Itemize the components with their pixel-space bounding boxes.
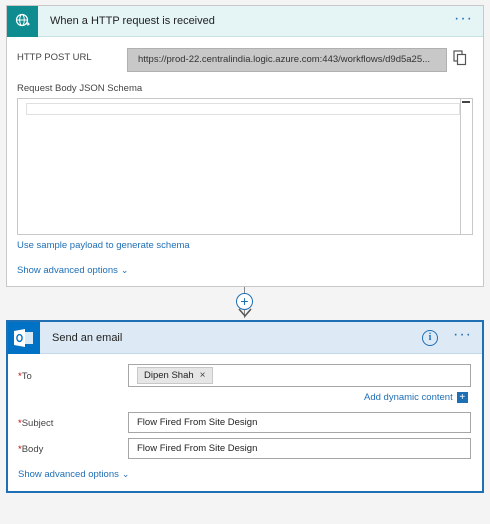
chevron-down-icon: ⌄ — [121, 469, 130, 479]
schema-scrollbar[interactable] — [460, 99, 472, 234]
subject-label: *Subject — [18, 418, 53, 429]
to-label-text: To — [21, 371, 32, 382]
schema-first-line — [26, 103, 460, 115]
more-options-icon[interactable]: ··· — [453, 327, 472, 343]
schema-label: Request Body JSON Schema — [17, 83, 143, 94]
info-icon[interactable]: i — [422, 330, 438, 346]
outlook-icon — [8, 321, 40, 354]
subject-field[interactable]: Flow Fired From Site Design — [128, 412, 471, 433]
scrollbar-thumb[interactable] — [462, 101, 470, 103]
http-advanced-options-label: Show advanced options — [17, 265, 118, 276]
email-advanced-options-label: Show advanced options — [18, 469, 119, 480]
add-dynamic-content-label: Add dynamic content — [364, 392, 453, 404]
recipient-token: Dipen Shah × — [137, 367, 213, 384]
http-trigger-card: When a HTTP request is received ··· HTTP… — [6, 5, 484, 287]
body-field[interactable]: Flow Fired From Site Design — [128, 438, 471, 459]
send-email-card: Send an email i ··· *To Dipen Shah × Add… — [6, 320, 484, 493]
http-card-title: When a HTTP request is received — [50, 15, 215, 27]
chevron-down-icon: ⌄ — [120, 265, 129, 275]
add-dynamic-content-link[interactable]: Add dynamic content + — [364, 392, 468, 403]
body-label: *Body — [18, 444, 43, 455]
add-dynamic-content-icon: + — [456, 392, 468, 403]
arrow-down-icon — [238, 308, 252, 318]
to-label: *To — [18, 371, 32, 382]
email-card-header[interactable]: Send an email i ··· — [8, 321, 482, 354]
more-options-icon[interactable]: ··· — [454, 11, 473, 27]
globe-request-icon — [7, 5, 38, 37]
remove-recipient-icon[interactable]: × — [200, 368, 206, 383]
subject-label-text: Subject — [21, 418, 54, 429]
sample-payload-link[interactable]: Use sample payload to generate schema — [17, 240, 190, 251]
http-advanced-options-link[interactable]: Show advanced options ⌄ — [17, 265, 128, 276]
to-field[interactable]: Dipen Shah × — [128, 364, 471, 387]
copy-icon[interactable] — [453, 50, 467, 66]
recipient-name: Dipen Shah — [144, 370, 194, 381]
post-url-field[interactable]: https://prod-22.centralindia.logic.azure… — [127, 48, 447, 72]
schema-editor[interactable] — [17, 98, 473, 235]
email-card-title: Send an email — [52, 331, 123, 344]
http-card-header[interactable]: When a HTTP request is received ··· — [7, 5, 483, 37]
body-label-text: Body — [21, 444, 44, 455]
email-advanced-options-link[interactable]: Show advanced options ⌄ — [18, 469, 129, 480]
post-url-label: HTTP POST URL — [17, 52, 92, 63]
